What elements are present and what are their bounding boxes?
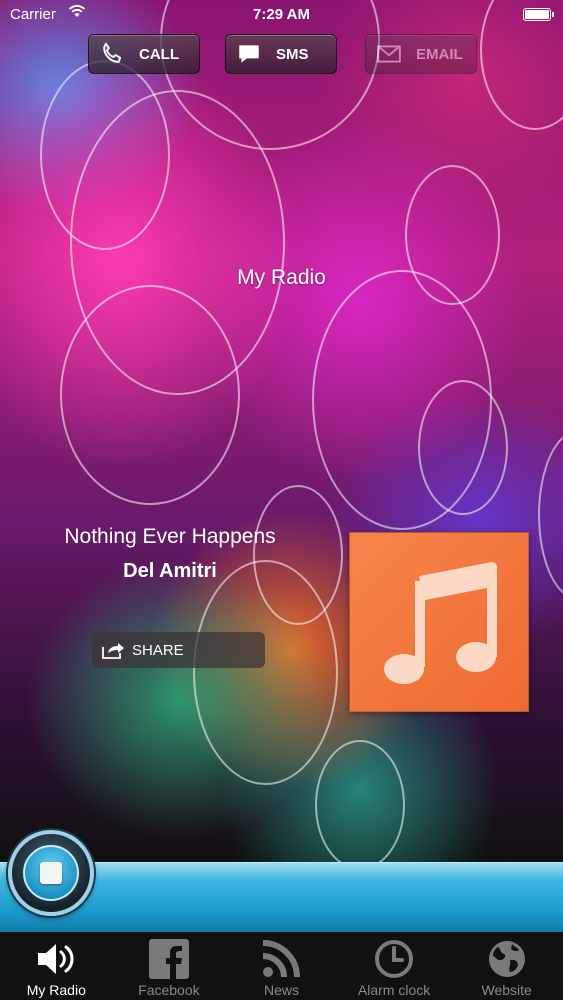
stop-icon xyxy=(40,862,62,884)
background-image xyxy=(0,0,563,862)
sms-label: SMS xyxy=(276,45,309,63)
share-icon xyxy=(102,643,124,659)
tab-label: Alarm clock xyxy=(357,982,431,998)
tab-my-radio[interactable]: My Radio xyxy=(0,932,113,1000)
globe-icon xyxy=(488,941,525,977)
status-bar: Carrier 7:29 AM xyxy=(0,0,563,30)
tab-alarm-clock[interactable]: Alarm clock xyxy=(338,932,451,1000)
tab-label: Facebook xyxy=(138,982,200,998)
phone-icon xyxy=(103,42,122,63)
tab-label: Website xyxy=(481,982,532,998)
station-title: My Radio xyxy=(237,266,326,289)
tab-news[interactable]: News xyxy=(225,932,338,1000)
tab-label: My Radio xyxy=(26,982,86,998)
rss-icon xyxy=(263,940,301,978)
sms-button[interactable]: SMS xyxy=(225,34,337,74)
call-label: CALL xyxy=(139,45,179,63)
stop-button[interactable] xyxy=(8,830,94,916)
music-note-icon xyxy=(384,562,497,684)
speaker-icon xyxy=(38,944,74,974)
email-label: EMAIL xyxy=(416,45,463,63)
song-title: Nothing Ever Happens xyxy=(64,525,276,548)
album-art xyxy=(349,532,529,712)
call-button[interactable]: CALL xyxy=(88,34,200,74)
song-artist: Del Amitri xyxy=(123,560,217,582)
email-button[interactable]: EMAIL xyxy=(365,34,477,74)
clock-time: 7:29 AM xyxy=(253,6,310,23)
tab-website[interactable]: Website xyxy=(450,932,563,1000)
battery-icon xyxy=(523,8,554,21)
tab-bar: My Radio Facebook News Alarm clock Websi… xyxy=(0,932,563,1000)
tab-facebook[interactable]: Facebook xyxy=(113,932,226,1000)
tab-label: News xyxy=(263,982,299,998)
chat-bubble-icon xyxy=(239,45,259,63)
share-label: SHARE xyxy=(132,641,184,659)
facebook-icon xyxy=(148,939,189,980)
envelope-icon xyxy=(377,45,401,63)
share-button[interactable]: SHARE xyxy=(92,632,265,668)
clock-icon xyxy=(375,940,414,978)
